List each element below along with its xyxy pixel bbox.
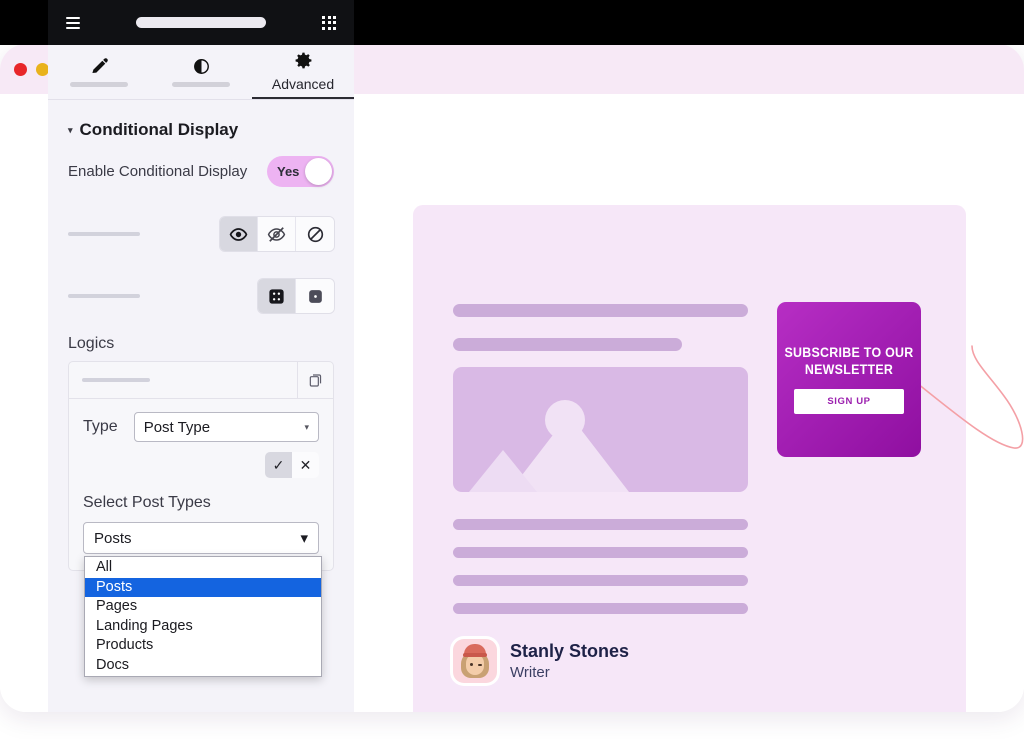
type-select[interactable]: Post Type ▾ (134, 412, 319, 442)
chevron-down-icon: ▾ (68, 125, 73, 136)
confirm-row: ✓ ✕ (83, 452, 319, 478)
tab-style[interactable] (150, 44, 252, 99)
chevron-down-icon: ▾ (304, 422, 309, 433)
toggle-knob (305, 158, 332, 185)
disable-icon[interactable] (296, 217, 334, 251)
select-post-types-label: Select Post Types (83, 494, 319, 512)
avatar (453, 639, 497, 683)
grid-view-icon[interactable] (258, 279, 296, 313)
dropdown-option-landing-pages[interactable]: Landing Pages (85, 617, 321, 637)
author-block: Stanly Stones Writer (453, 639, 629, 683)
chevron-down-icon: ▾ (300, 529, 308, 547)
placeholder-text-line (453, 547, 748, 558)
placeholder-text-line (453, 575, 748, 586)
address-bar-pill[interactable] (136, 17, 266, 28)
single-view-icon[interactable] (296, 279, 334, 313)
dropdown-option-docs[interactable]: Docs (85, 656, 321, 676)
layout-label-placeholder (68, 294, 140, 298)
type-label: Type (83, 418, 118, 436)
post-types-field: Posts ▾ All Posts Pages Landing Pages Pr… (83, 522, 319, 554)
toggle-value: Yes (277, 164, 299, 179)
tab-label-placeholder (172, 82, 230, 87)
author-role: Writer (510, 663, 629, 683)
visibility-button-group (220, 217, 334, 251)
check-icon[interactable]: ✓ (265, 452, 292, 478)
device-header (48, 0, 354, 45)
newsletter-widget: SUBSCRIBE TO OUR NEWSLETTER SIGN UP (777, 302, 921, 457)
dropdown-option-all[interactable]: All (85, 558, 321, 578)
logics-box: Type Post Type ▾ ✓ ✕ Select Post Types (68, 361, 334, 571)
hide-icon[interactable] (258, 217, 296, 251)
dropdown-option-posts[interactable]: Posts (85, 578, 321, 598)
logic-item-header (69, 362, 333, 399)
advanced-panel: ▾ Conditional Display Enable Conditional… (48, 100, 354, 712)
placeholder-subheading-bar (453, 338, 682, 351)
image-placeholder-icon (453, 367, 748, 492)
show-icon[interactable] (220, 217, 258, 251)
enable-conditional-display-label: Enable Conditional Display (68, 163, 247, 180)
pencil-icon (90, 57, 109, 76)
gear-icon (294, 51, 313, 70)
post-types-value: Posts (94, 530, 132, 547)
tab-advanced-label: Advanced (272, 76, 334, 92)
close-icon[interactable]: ✕ (292, 452, 319, 478)
author-name: Stanly Stones (510, 640, 629, 663)
hamburger-menu-icon[interactable] (66, 17, 80, 29)
editor-tabs: Advanced (48, 45, 354, 100)
logics-label: Logics (68, 335, 334, 353)
visibility-row (68, 217, 334, 251)
visibility-label-placeholder (68, 232, 140, 236)
dropdown-option-pages[interactable]: Pages (85, 597, 321, 617)
tab-advanced[interactable]: Advanced (252, 44, 354, 99)
post-types-select[interactable]: Posts ▾ (83, 522, 319, 554)
enable-conditional-display-toggle[interactable]: Yes (267, 156, 334, 187)
dropdown-option-products[interactable]: Products (85, 636, 321, 656)
traffic-light-close[interactable] (14, 63, 27, 76)
type-select-value: Post Type (144, 419, 210, 436)
newsletter-title: SUBSCRIBE TO OUR NEWSLETTER (783, 345, 915, 378)
section-header[interactable]: ▾ Conditional Display (68, 120, 334, 140)
screenshot-stage: Stanly Stones Writer SUBSCRIBE TO OUR NE… (0, 0, 1024, 739)
placeholder-text-line (453, 603, 748, 614)
placeholder-text-line (453, 519, 748, 530)
tab-content[interactable] (48, 44, 150, 99)
post-types-dropdown: All Posts Pages Landing Pages Products D… (84, 556, 322, 677)
contrast-half-circle-icon (192, 57, 211, 76)
layout-row (68, 279, 334, 313)
duplicate-icon[interactable] (297, 362, 333, 399)
page-title: Conditional Display (80, 120, 239, 140)
placeholder-mountain-small (469, 450, 537, 492)
sign-up-button[interactable]: SIGN UP (794, 389, 904, 414)
type-row: Type Post Type ▾ (83, 412, 319, 442)
placeholder-heading-bar (453, 304, 748, 317)
grid-apps-icon[interactable] (322, 16, 336, 30)
layout-button-group (258, 279, 334, 313)
tab-label-placeholder (70, 82, 128, 87)
logic-item-body: Type Post Type ▾ ✓ ✕ Select Post Types (69, 399, 333, 570)
editor-device-panel: Advanced ▾ Conditional Display Enable Co… (48, 0, 354, 712)
page-preview-card: Stanly Stones Writer (413, 205, 966, 712)
enable-conditional-display-row: Enable Conditional Display Yes (68, 156, 334, 187)
logic-name-placeholder (69, 378, 297, 382)
confirm-button-group: ✓ ✕ (265, 452, 319, 478)
